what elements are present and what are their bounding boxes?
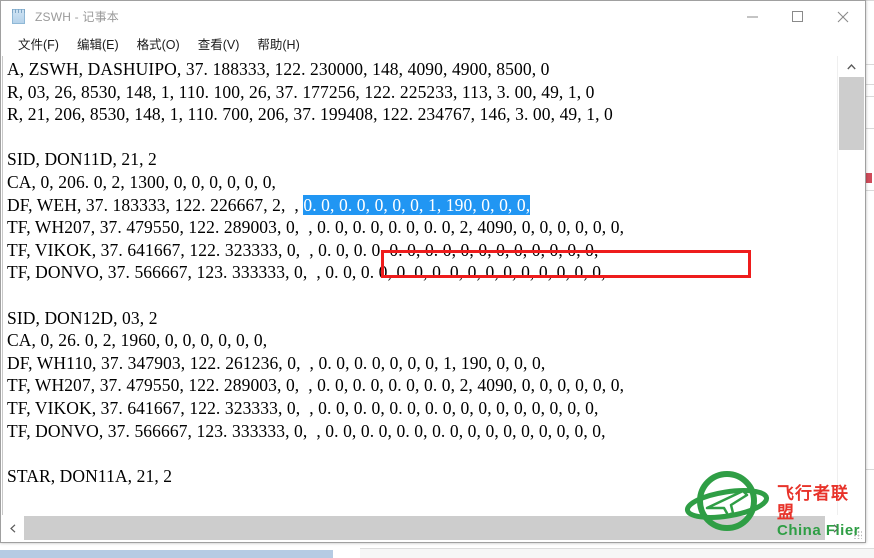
editor-line: TF, VIKOK, 37. 641667, 122. 323333, 0, ,… xyxy=(7,397,624,420)
menu-item-view[interactable]: 查看(V) xyxy=(189,32,249,56)
line-text: R, 21, 206, 8530, 148, 1, 110. 700, 206,… xyxy=(7,104,613,125)
menu-item-edit[interactable]: 编辑(E) xyxy=(68,32,128,56)
window-controls xyxy=(730,1,865,32)
vertical-scrollbar[interactable] xyxy=(837,56,865,528)
title-bar[interactable]: ZSWH - 记事本 xyxy=(1,1,865,32)
line-text: TF, WH207, 37. 479550, 122. 289003, 0, ,… xyxy=(7,375,625,396)
editor-line: TF, DONVO, 37. 566667, 123. 333333, 0, ,… xyxy=(7,420,624,443)
horizontal-scrollbar-thumb[interactable] xyxy=(24,516,825,540)
resize-grip[interactable] xyxy=(847,515,865,542)
menu-bar: 文件(F) 编辑(E) 格式(O) 查看(V) 帮助(H) xyxy=(1,32,865,56)
editor-line: R, 03, 26, 8530, 148, 1, 110. 100, 26, 3… xyxy=(7,81,624,104)
editor-line: STAR, DON11A, 21, 2 xyxy=(7,465,624,488)
vertical-scrollbar-thumb[interactable] xyxy=(839,77,864,150)
editor-line: TF, WH207, 37. 479550, 122. 289003, 0, ,… xyxy=(7,374,624,397)
scroll-up-icon[interactable] xyxy=(838,56,865,77)
editor-line: CA, 0, 26. 0, 2, 1960, 0, 0, 0, 0, 0, 0, xyxy=(7,329,624,352)
line-text: STAR, DON11A, 21, 2 xyxy=(7,465,173,486)
line-text: TF, VIKOK, 37. 641667, 122. 323333, 0, ,… xyxy=(7,397,599,418)
editor-line: TF, DONVO, 37. 566667, 123. 333333, 0, ,… xyxy=(7,261,624,284)
editor-line: TF, VIKOK, 37. 641667, 122. 323333, 0, ,… xyxy=(7,239,624,262)
window-title: ZSWH - 记事本 xyxy=(35,10,119,24)
text-editor[interactable]: A, ZSWH, DASHUIPO, 37. 188333, 122. 2300… xyxy=(2,56,837,528)
line-text: SID, DON12D, 03, 2 xyxy=(7,307,158,328)
line-text: DF, WH110, 37. 347903, 122. 261236, 0, ,… xyxy=(7,352,546,373)
close-button[interactable] xyxy=(820,1,865,32)
line-text: TF, VIKOK, 37. 641667, 122. 323333, 0, ,… xyxy=(7,239,599,260)
notepad-window: ZSWH - 记事本 文件(F) 编辑(E) 格式(O) 查看(V) 帮助(H)… xyxy=(0,0,866,543)
menu-item-help[interactable]: 帮助(H) xyxy=(248,32,308,56)
line-text: TF, WH207, 37. 479550, 122. 289003, 0, ,… xyxy=(7,217,625,238)
editor-line: TF, WH207, 37. 479550, 122. 289003, 0, ,… xyxy=(7,216,624,239)
horizontal-scrollbar[interactable] xyxy=(2,515,865,542)
background-panel-bottom xyxy=(360,548,874,558)
editor-area: A, ZSWH, DASHUIPO, 37. 188333, 122. 2300… xyxy=(1,56,865,542)
line-text: SID, DON11D, 21, 2 xyxy=(7,149,157,170)
line-text: R, 03, 26, 8530, 148, 1, 110. 100, 26, 3… xyxy=(7,81,595,102)
line-text: TF, DONVO, 37. 566667, 123. 333333, 0, ,… xyxy=(7,420,606,441)
editor-line: SID, DON11D, 21, 2 xyxy=(7,148,624,171)
line-text: A, ZSWH, DASHUIPO, 37. 188333, 122. 2300… xyxy=(7,59,550,79)
line-text: DF, WEH, 37. 183333, 122. 226667, 2, , xyxy=(7,194,304,215)
editor-line: R, 21, 206, 8530, 148, 1, 110. 700, 206,… xyxy=(7,103,624,126)
menu-item-file[interactable]: 文件(F) xyxy=(9,32,68,56)
editor-line: A, ZSWH, DASHUIPO, 37. 188333, 122. 2300… xyxy=(7,58,624,81)
editor-line: SID, DON12D, 03, 2 xyxy=(7,307,624,330)
line-text: CA, 0, 26. 0, 2, 1960, 0, 0, 0, 0, 0, 0, xyxy=(7,330,268,351)
vertical-scrollbar-track[interactable] xyxy=(839,150,864,528)
selected-text[interactable]: 0. 0, 0. 0, 0, 0, 0, 1, 190, 0, 0, 0, xyxy=(303,194,531,215)
menu-item-format[interactable]: 格式(O) xyxy=(128,32,189,56)
editor-line: DF, WEH, 37. 183333, 122. 226667, 2, , 0… xyxy=(7,194,624,217)
notepad-icon xyxy=(10,8,27,25)
maximize-button[interactable] xyxy=(775,1,820,32)
scroll-left-icon[interactable] xyxy=(2,515,24,542)
editor-line: CA, 0, 206. 0, 2, 1300, 0, 0, 0, 0, 0, 0… xyxy=(7,171,624,194)
background-blue-strip xyxy=(0,550,333,558)
editor-line: DF, WH110, 37. 347903, 122. 261236, 0, ,… xyxy=(7,352,624,375)
text-content[interactable]: A, ZSWH, DASHUIPO, 37. 188333, 122. 2300… xyxy=(7,58,624,487)
line-text: CA, 0, 206. 0, 2, 1300, 0, 0, 0, 0, 0, 0… xyxy=(7,171,277,192)
minimize-button[interactable] xyxy=(730,1,775,32)
scroll-right-icon[interactable] xyxy=(825,515,847,542)
line-text: TF, DONVO, 37. 566667, 123. 333333, 0, ,… xyxy=(7,262,606,283)
